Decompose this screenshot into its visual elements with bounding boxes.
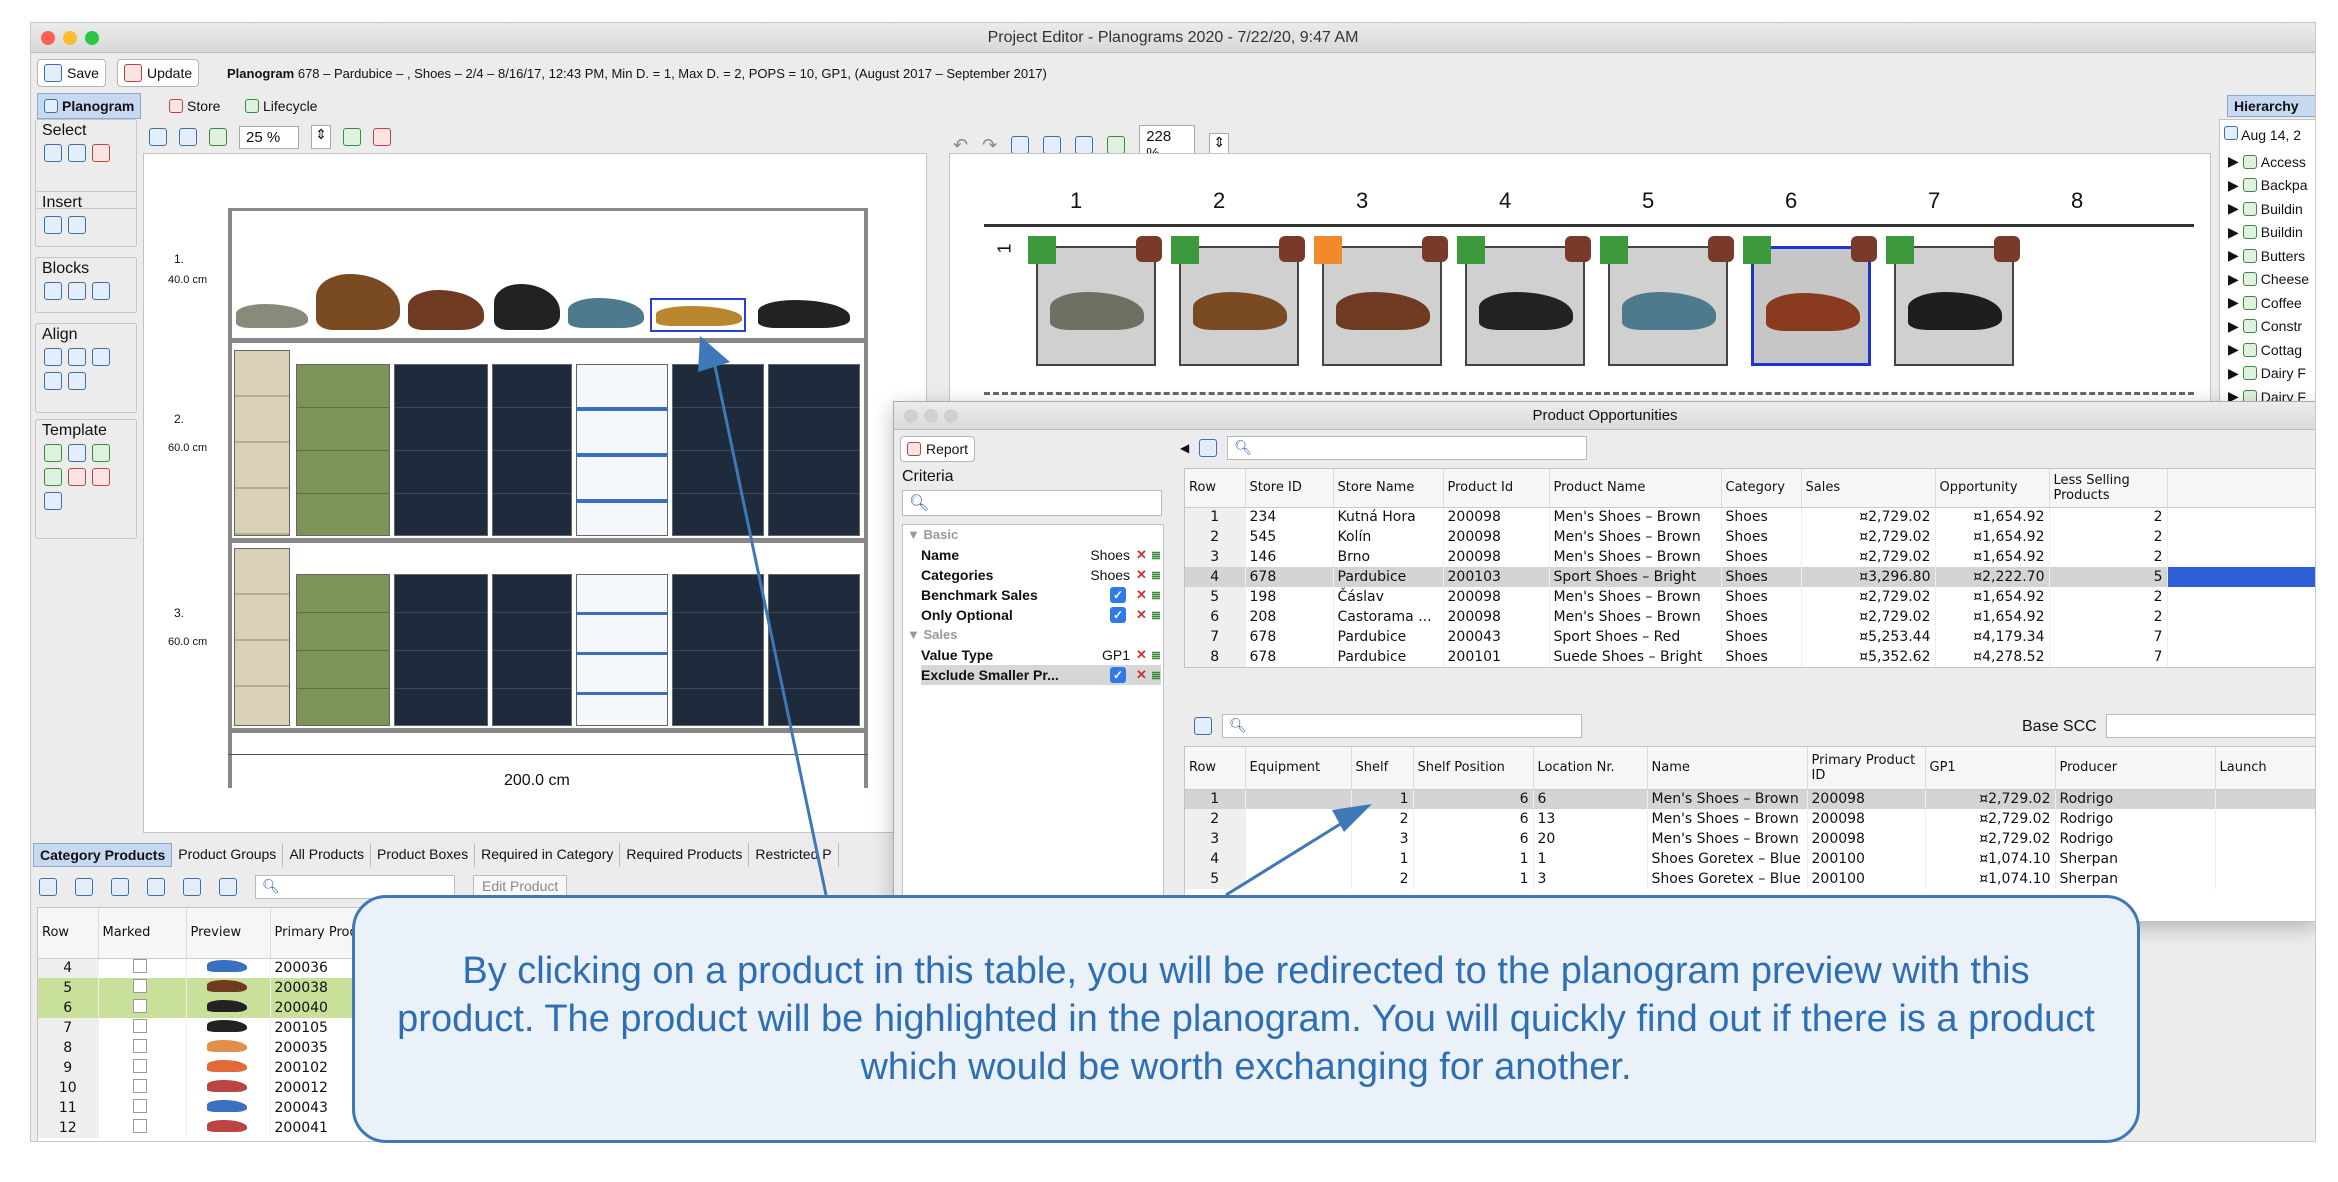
- callout-box: By clicking on a product in this table, …: [352, 895, 2140, 1143]
- callout-text: By clicking on a product in this table, …: [397, 950, 2095, 1088]
- arrow-head-table: [1332, 804, 1372, 832]
- arrow-head-planogram: [698, 336, 730, 372]
- arrow-to-planogram: [710, 351, 828, 896]
- arrow-to-table: [1225, 816, 1351, 897]
